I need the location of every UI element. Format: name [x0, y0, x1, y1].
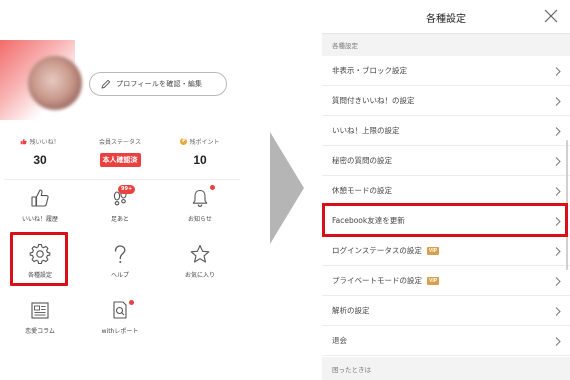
settings-row-private-mode[interactable]: プライベートモードの設定 VIP — [322, 266, 570, 296]
view-edit-profile-button[interactable]: プロフィールを確認・編集 — [89, 72, 227, 96]
settings-row-label: 非表示・ブロック設定 — [332, 66, 407, 75]
settings-row-label: 秘密の質問の設定 — [332, 156, 392, 165]
thumbs-up-icon — [21, 138, 28, 144]
verified-badge: 本人確認済 — [99, 153, 141, 167]
page-title: 各種設定 — [426, 14, 466, 25]
avatar[interactable] — [28, 56, 82, 110]
settings-row-label: 質問付きいいね！の設定 — [332, 96, 415, 105]
settings-row-label: 解析の設定 — [332, 306, 370, 315]
menu-footprints[interactable]: 99+ 足あと — [80, 182, 160, 238]
point-coin-icon: P — [180, 137, 188, 145]
newspaper-icon — [31, 302, 49, 319]
settings-row-login-status[interactable]: ログインステータスの設定 VIP — [322, 236, 570, 266]
settings-row-secret-question[interactable]: 秘密の質問の設定 — [322, 146, 570, 176]
thumbs-up-icon — [31, 189, 49, 207]
menu-notifications[interactable]: お知らせ — [160, 182, 240, 238]
with-report-label: withレポート — [101, 328, 139, 335]
profile-button-label: プロフィールを確認・編集 — [116, 80, 203, 88]
star-icon — [190, 244, 210, 263]
footprints-count-badge: 99+ — [118, 185, 136, 194]
likes-remaining-label: 残いいね！ — [29, 138, 60, 146]
facebook-row-highlight-box — [322, 203, 568, 237]
settings-row-label: プライベートモードの設定 — [332, 276, 422, 285]
menu-love-column[interactable]: 恋愛コラム — [0, 294, 80, 350]
chevron-right-icon — [555, 307, 561, 316]
points-remaining-value: 10 — [193, 153, 207, 167]
menu-help[interactable]: ヘルプ — [80, 238, 160, 294]
love-column-label: 恋愛コラム — [25, 328, 55, 335]
question-icon — [114, 245, 126, 263]
settings-row-label: 退会 — [332, 336, 347, 345]
notification-dot — [210, 185, 215, 190]
chevron-right-icon — [555, 337, 561, 346]
chevron-right-icon — [555, 187, 561, 196]
bell-icon — [192, 189, 208, 207]
member-status-label: 会員ステータス — [98, 138, 141, 146]
likes-history-label: いいね！履歴 — [21, 216, 58, 223]
close-icon[interactable] — [544, 9, 558, 23]
section-header-settings: 各種設定 — [322, 34, 570, 56]
menu-with-report[interactable]: withレポート — [80, 294, 160, 350]
chevron-right-icon — [555, 247, 561, 256]
settings-row-label: いいね！上限の設定 — [332, 126, 400, 135]
points-remaining-label: 残ポイント — [189, 138, 220, 146]
likes-remaining-value: 30 — [33, 153, 47, 167]
help-label: ヘルプ — [110, 272, 129, 279]
chevron-right-icon — [555, 67, 561, 76]
next-step-arrow-icon — [270, 132, 304, 244]
stat-likes-remaining: 残いいね！ 30 — [0, 135, 80, 175]
settings-row-withdraw[interactable]: 退会 — [322, 326, 570, 356]
settings-row-break-mode[interactable]: 休憩モードの設定 — [322, 176, 570, 206]
menu-likes-history[interactable]: いいね！履歴 — [0, 182, 80, 238]
section-header-label: 各種設定 — [332, 42, 358, 50]
report-search-icon — [113, 301, 127, 319]
stat-member-status: 会員ステータス 本人確認済 — [80, 135, 160, 175]
with-report-dot — [129, 300, 134, 305]
stat-points-remaining: P 残ポイント 10 — [160, 135, 240, 175]
settings-row-like-limit[interactable]: いいね！上限の設定 — [322, 116, 570, 146]
chevron-right-icon — [555, 97, 561, 106]
section-header-label: 困ったときは — [332, 365, 371, 374]
settings-header: 各種設定 — [322, 0, 570, 34]
settings-row-question-like[interactable]: 質問付きいいね！の設定 — [322, 86, 570, 116]
settings-row-label: 休憩モードの設定 — [332, 186, 392, 195]
vip-badge: VIP — [426, 246, 439, 255]
settings-highlight-box — [10, 232, 68, 286]
menu-favorites[interactable]: お気に入り — [160, 238, 240, 294]
settings-row-hide-block[interactable]: 非表示・ブロック設定 — [322, 56, 570, 86]
divider — [4, 179, 240, 180]
stats-row: 残いいね！ 30 会員ステータス 本人確認済 P 残ポイント 10 — [0, 135, 240, 175]
footprints-label: 足あと — [110, 216, 129, 223]
chevron-right-icon — [555, 157, 561, 166]
notifications-label: お知らせ — [188, 216, 212, 223]
chevron-right-icon — [555, 277, 561, 286]
settings-screen: 各種設定 各種設定 非表示・ブロック設定 質問付きいいね！の設定 いいね！上限の… — [322, 0, 570, 380]
my-page-panel: プロフィールを確認・編集 残いいね！ 30 会員ステータス 本人確認済 P 残ポ… — [0, 0, 240, 380]
settings-row-label: ログインステータスの設定 — [332, 246, 422, 255]
settings-row-analytics[interactable]: 解析の設定 — [322, 296, 570, 326]
section-header-help: 困ったときは — [322, 357, 570, 380]
favorites-label: お気に入り — [184, 272, 215, 279]
vip-badge: VIP — [427, 276, 440, 285]
chevron-right-icon — [555, 127, 561, 136]
pencil-icon — [101, 79, 111, 89]
